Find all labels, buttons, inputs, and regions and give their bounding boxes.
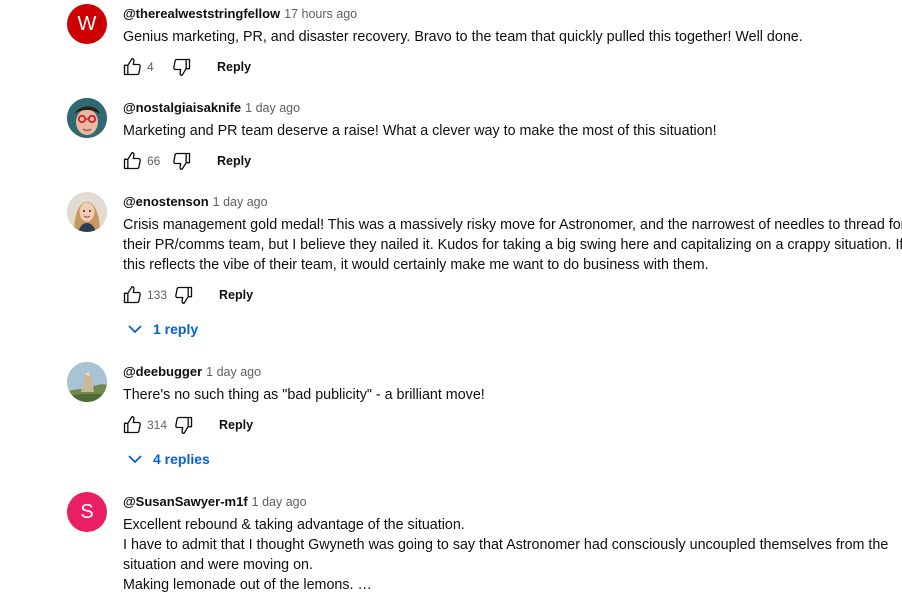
comment-timestamp[interactable]: 17 hours ago [284, 7, 357, 21]
comment-text-line: their PR/comms team, but I believe they … [123, 237, 902, 253]
comment-text-line: Making lemonade out of the lemons. … [123, 577, 372, 593]
chevron-down-icon [127, 321, 143, 337]
avatar-letter: W [77, 12, 97, 35]
avatar[interactable] [67, 362, 107, 402]
avatar[interactable] [67, 192, 107, 232]
comment-text-line: Crisis management gold medal! This was a… [123, 217, 902, 233]
comment-text-line: situation and were moving on. [123, 557, 313, 573]
avatar[interactable]: S [67, 492, 107, 532]
comment-text-line: Genius marketing, PR, and disaster recov… [123, 29, 803, 45]
comment-text-line: There's no such thing as "bad publicity"… [123, 387, 485, 403]
comment-actions: 4 Reply [121, 56, 251, 78]
comment-text-line: I have to admit that I thought Gwyneth w… [123, 537, 889, 553]
avatar-photo [67, 192, 107, 232]
comment-text: Crisis management gold medal! This was a… [123, 215, 902, 275]
avatar-photo [67, 362, 107, 402]
avatar[interactable] [67, 98, 107, 138]
dislike-icon[interactable] [171, 56, 193, 78]
reply-button[interactable]: Reply [219, 418, 253, 432]
comment-text-line: this reflects the vibe of their team, it… [123, 257, 709, 273]
view-replies-button[interactable]: 4 replies [127, 448, 210, 470]
comment-header: @enostenson 1 day ago [123, 194, 268, 209]
comment-actions: 133 Reply [121, 284, 253, 306]
reply-button[interactable]: Reply [217, 154, 251, 168]
like-icon[interactable] [121, 284, 143, 306]
comment-timestamp[interactable]: 1 day ago [213, 195, 268, 209]
comment-text-line: Excellent rebound & taking advantage of … [123, 517, 465, 533]
dislike-icon[interactable] [171, 150, 193, 172]
comment-actions: 314 Reply [121, 414, 253, 436]
replies-count-label: 4 replies [153, 451, 210, 467]
comment-header: @therealweststringfellow 17 hours ago [123, 6, 357, 21]
comment-header: @nostalgiaisaknife 1 day ago [123, 100, 300, 115]
comment-text-line: Marketing and PR team deserve a raise! W… [123, 123, 717, 139]
comment-timestamp[interactable]: 1 day ago [206, 365, 261, 379]
comment-text: Excellent rebound & taking advantage of … [123, 515, 893, 595]
comment-text: Genius marketing, PR, and disaster recov… [123, 27, 893, 47]
like-count: 314 [147, 418, 168, 432]
view-replies-button[interactable]: 1 reply [127, 318, 198, 340]
comment-text: Marketing and PR team deserve a raise! W… [123, 121, 893, 141]
author-handle[interactable]: @therealweststringfellow [123, 6, 280, 21]
comment-header: @SusanSawyer-m1f 1 day ago [123, 494, 307, 509]
like-count: 4 [147, 60, 154, 74]
reply-button[interactable]: Reply [217, 60, 251, 74]
like-count: 66 [147, 154, 161, 168]
avatar-letter: S [80, 500, 94, 523]
author-handle[interactable]: @SusanSawyer-m1f [123, 494, 248, 509]
author-handle[interactable]: @deebugger [123, 364, 202, 379]
comment-timestamp[interactable]: 1 day ago [245, 101, 300, 115]
like-icon[interactable] [121, 150, 143, 172]
chevron-down-icon [127, 451, 143, 467]
like-count: 133 [147, 288, 168, 302]
like-icon[interactable] [121, 56, 143, 78]
comment-actions: 66 Reply [121, 150, 251, 172]
author-handle[interactable]: @enostenson [123, 194, 209, 209]
replies-count-label: 1 reply [153, 321, 199, 337]
comment-header: @deebugger 1 day ago [123, 364, 261, 379]
avatar[interactable]: W [67, 4, 107, 44]
like-icon[interactable] [121, 414, 143, 436]
reply-button[interactable]: Reply [219, 288, 253, 302]
author-handle[interactable]: @nostalgiaisaknife [123, 100, 241, 115]
avatar-photo [67, 98, 107, 138]
dislike-icon[interactable] [173, 414, 195, 436]
dislike-icon[interactable] [173, 284, 195, 306]
comment-timestamp[interactable]: 1 day ago [252, 495, 307, 509]
comment-text: There's no such thing as "bad publicity"… [123, 385, 893, 405]
